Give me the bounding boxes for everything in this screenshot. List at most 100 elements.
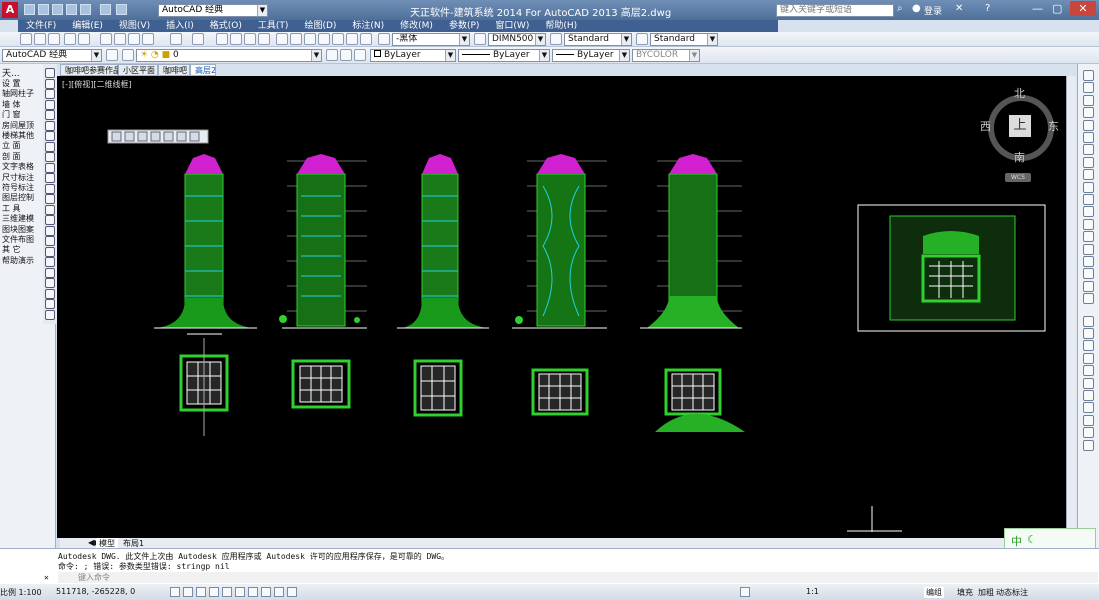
modify-tool-icon[interactable] xyxy=(1083,377,1094,389)
modify-tool-icon[interactable] xyxy=(1083,144,1094,156)
polar-button[interactable] xyxy=(209,587,219,597)
draw-tool-icon[interactable] xyxy=(45,194,55,204)
coordinates-display[interactable]: 511718, -265228, 0 xyxy=(56,587,135,596)
modify-tool-icon[interactable] xyxy=(1083,231,1094,243)
markup-icon[interactable] xyxy=(332,33,344,45)
modify-tool-icon[interactable] xyxy=(1083,293,1094,305)
copy-icon[interactable] xyxy=(114,33,126,45)
tab-cafe[interactable]: 咖啡吧 xyxy=(158,64,190,76)
modify-tool-icon[interactable] xyxy=(1083,218,1094,230)
undo-icon[interactable] xyxy=(100,4,111,15)
menu-format[interactable]: 格式(O) xyxy=(202,20,250,32)
text-style-select[interactable]: -黑体 ▼ xyxy=(392,33,470,46)
draw-tool-icon[interactable] xyxy=(45,162,55,173)
dim-style-select[interactable]: DIMN500 ▼ xyxy=(488,33,546,46)
zoom-window-icon[interactable] xyxy=(244,33,256,45)
3dosnap-button[interactable] xyxy=(235,587,245,597)
workspace-select-2[interactable]: AutoCAD 经典 ▼ xyxy=(2,49,102,62)
draw-tool-icon[interactable] xyxy=(45,246,55,257)
mleader-style-icon[interactable] xyxy=(636,33,648,45)
status-btn-dyndim[interactable]: 动态标注 xyxy=(994,587,1030,598)
modify-tool-icon[interactable] xyxy=(1083,402,1094,414)
menu-view[interactable]: 视图(V) xyxy=(111,20,158,32)
modify-tool-icon[interactable] xyxy=(1083,206,1094,218)
menu-modify[interactable]: 修改(M) xyxy=(392,20,441,32)
tab-cafe-entry[interactable]: 咖啡吧参赛作品 xyxy=(60,64,121,76)
plot-icon[interactable] xyxy=(64,33,76,45)
print-icon[interactable] xyxy=(80,4,91,15)
plotstyle-select[interactable]: BYCOLOR ▼ xyxy=(632,49,700,62)
saveas-icon[interactable] xyxy=(66,4,77,15)
tangent-menu-item[interactable]: 工 具 xyxy=(2,203,42,214)
tangent-menu-item[interactable]: 立 面 xyxy=(2,140,42,151)
tangent-menu-item[interactable]: 帮助演示 xyxy=(2,255,42,266)
tab-site-plan[interactable]: 小区平面 xyxy=(118,64,158,76)
modify-tool-icon[interactable] xyxy=(1083,169,1094,181)
help-icon-2[interactable] xyxy=(360,33,372,45)
viewcube-top-face[interactable]: 上 xyxy=(1009,115,1031,137)
model-space-button[interactable] xyxy=(740,587,750,597)
minimize-button[interactable]: — xyxy=(1032,2,1043,15)
compass-east[interactable]: 东 xyxy=(1048,118,1059,134)
draw-tool-icon[interactable] xyxy=(45,183,55,194)
vertical-scrollbar[interactable] xyxy=(1066,76,1076,538)
menu-file[interactable]: 文件(F) xyxy=(18,20,64,32)
make-current-icon[interactable] xyxy=(326,49,338,61)
tangent-menu-item[interactable]: 文字表格 xyxy=(2,161,42,172)
mleader-style-select[interactable]: Standard ▼ xyxy=(650,33,718,46)
modify-tool-icon[interactable] xyxy=(1083,315,1094,327)
zoom-realtime-icon[interactable] xyxy=(230,33,242,45)
dim-style-icon[interactable] xyxy=(474,33,486,45)
tangent-menu-item[interactable]: 其 它 xyxy=(2,244,42,255)
draw-tool-icon[interactable] xyxy=(45,89,55,99)
wcs-menu[interactable]: WCS xyxy=(1005,173,1031,182)
ducs-button[interactable] xyxy=(261,587,271,597)
workspace-select[interactable]: AutoCAD 经典 ▼ xyxy=(158,4,268,17)
search-icon[interactable]: ⌕ xyxy=(897,3,903,14)
draw-tool-icon[interactable] xyxy=(45,204,55,215)
modify-tool-icon[interactable] xyxy=(1083,268,1094,280)
tangent-menu-item[interactable]: 墙 体 xyxy=(2,99,42,110)
modify-tool-icon[interactable] xyxy=(1083,352,1094,364)
user-icon[interactable]: ● xyxy=(912,3,921,14)
modify-tool-icon[interactable] xyxy=(1083,194,1094,205)
draw-tool-icon[interactable] xyxy=(45,152,55,162)
modify-tool-icon[interactable] xyxy=(1083,427,1094,439)
modify-tool-icon[interactable] xyxy=(1083,328,1094,339)
exchange-icon[interactable]: ✕ xyxy=(955,3,963,14)
status-btn-bold[interactable]: 加粗 xyxy=(976,587,996,598)
search-input[interactable]: 键入关键字或短语 xyxy=(776,4,894,17)
autocad-logo[interactable]: A xyxy=(2,2,18,18)
open-icon[interactable] xyxy=(34,33,46,45)
status-btn-hatch[interactable]: 填充 xyxy=(955,587,975,598)
modify-tool-icon[interactable] xyxy=(1083,365,1094,377)
tangent-menu-item[interactable]: 门 窗 xyxy=(2,109,42,120)
draw-tool-icon[interactable] xyxy=(45,110,55,120)
matchprop-icon[interactable] xyxy=(142,33,154,45)
draw-tool-icon[interactable] xyxy=(45,99,55,110)
ime-bar[interactable]: 中 ☾ xyxy=(1004,528,1096,550)
pan-icon[interactable] xyxy=(216,33,228,45)
modify-tool-icon[interactable] xyxy=(1083,414,1094,426)
tangent-menu-item[interactable]: 剖 面 xyxy=(2,151,42,162)
table-style-icon[interactable] xyxy=(550,33,562,45)
tangent-menu-item[interactable]: 楼梯其他 xyxy=(2,130,42,141)
menu-params[interactable]: 参数(P) xyxy=(441,20,487,32)
color-select[interactable]: ByLayer ▼ xyxy=(370,49,456,62)
workspace-settings-icon[interactable] xyxy=(106,49,118,61)
linetype-select[interactable]: ByLayer ▼ xyxy=(458,49,550,62)
draw-tool-icon[interactable] xyxy=(45,257,55,267)
redo-icon-2[interactable] xyxy=(192,33,204,45)
menu-edit[interactable]: 编辑(E) xyxy=(64,20,111,32)
modify-tool-icon[interactable] xyxy=(1083,439,1094,451)
tangent-menu-item[interactable]: 三维建模 xyxy=(2,213,42,224)
modify-tool-icon[interactable] xyxy=(1083,94,1094,106)
qnew-icon[interactable] xyxy=(20,33,32,45)
text-style-icon[interactable] xyxy=(378,33,390,45)
modify-tool-icon[interactable] xyxy=(1083,280,1094,292)
modify-tool-icon[interactable] xyxy=(1083,181,1094,193)
tangent-menu-item[interactable]: 轴网柱子 xyxy=(2,88,42,99)
compass-south[interactable]: 南 xyxy=(1014,149,1025,165)
tangent-menu-item[interactable]: 图层控制 xyxy=(2,192,42,203)
modify-tool-icon[interactable] xyxy=(1083,82,1094,94)
